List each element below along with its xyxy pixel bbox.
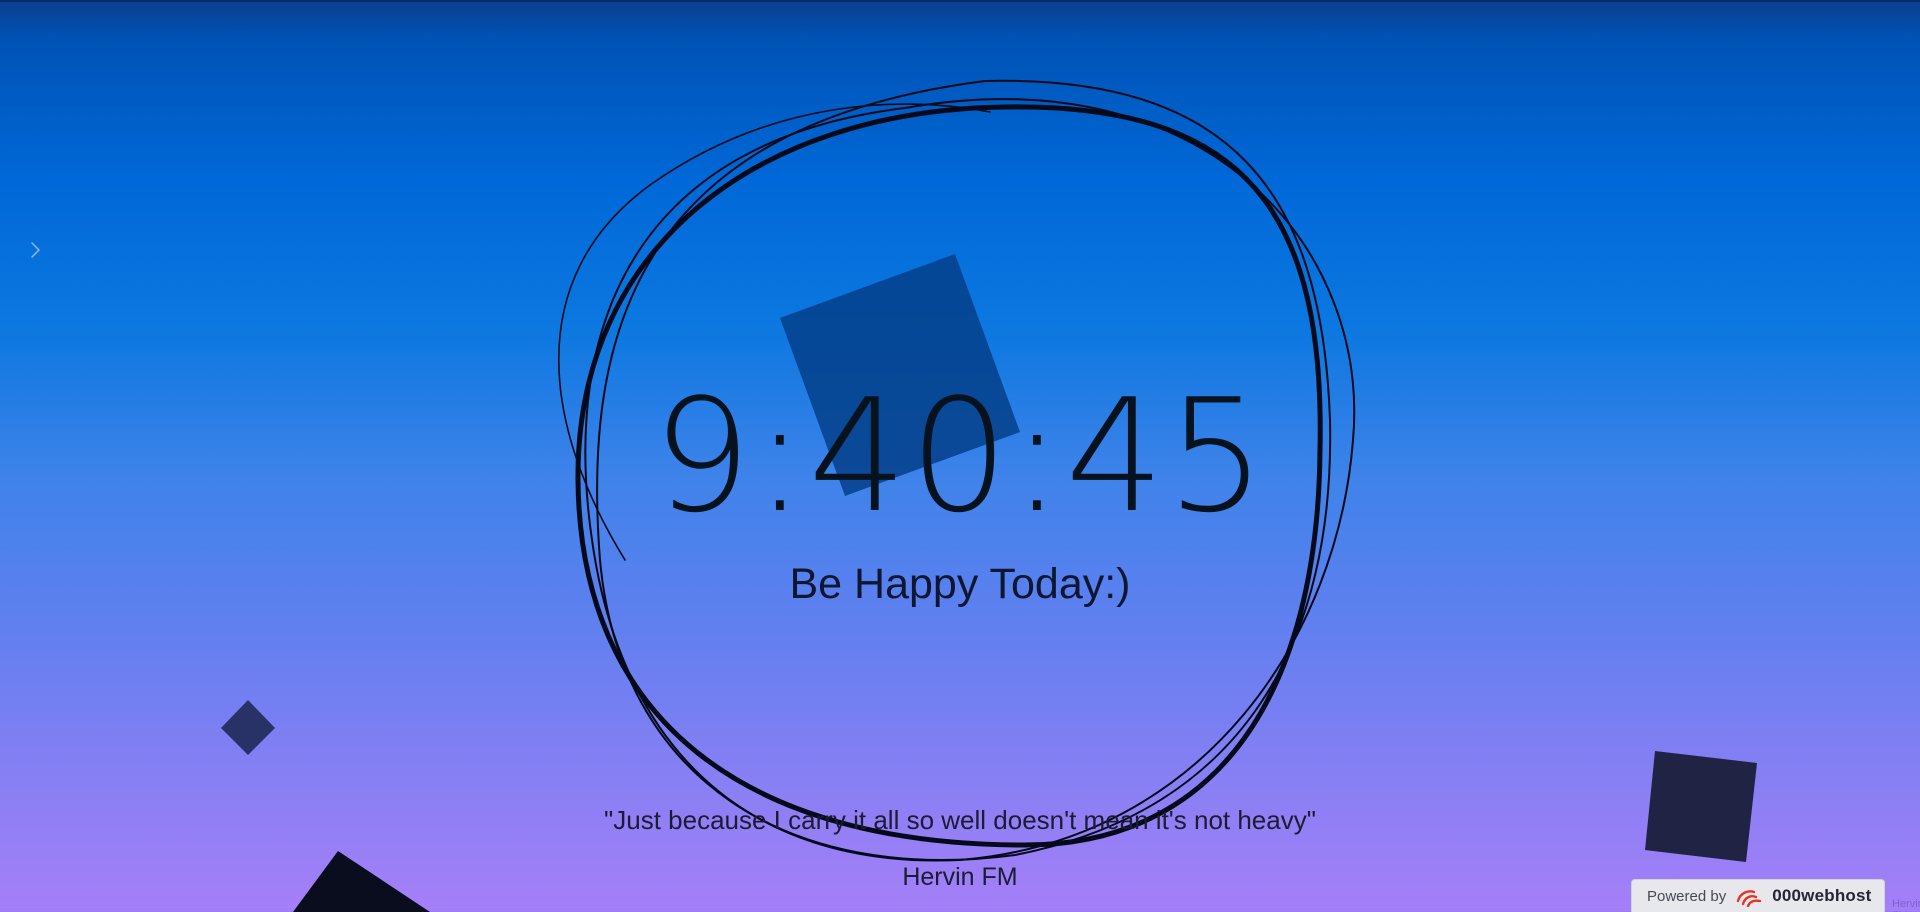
floating-square-bottom-right [1645,751,1757,862]
quote-author: Hervin FM [902,863,1018,891]
webhost-logo-icon [1737,890,1762,907]
chevron-right-icon [31,242,40,258]
clock-display: 9:40:45 [652,365,1268,547]
powered-by-badge[interactable]: Powered by 000webhost [1631,879,1885,912]
powered-by-label: Powered by [1647,887,1727,905]
floating-triangle-bottom-left [293,851,430,912]
greeting-text: Be Happy Today:) [789,560,1131,608]
sidebar-toggle-button[interactable] [24,238,46,262]
brand-name: 000webhost [1772,886,1872,905]
floating-diamond-small [221,700,275,755]
quote-text: "Just because I carry it all so well doe… [604,805,1316,835]
watermark-text: Hervin FM [1892,898,1920,912]
